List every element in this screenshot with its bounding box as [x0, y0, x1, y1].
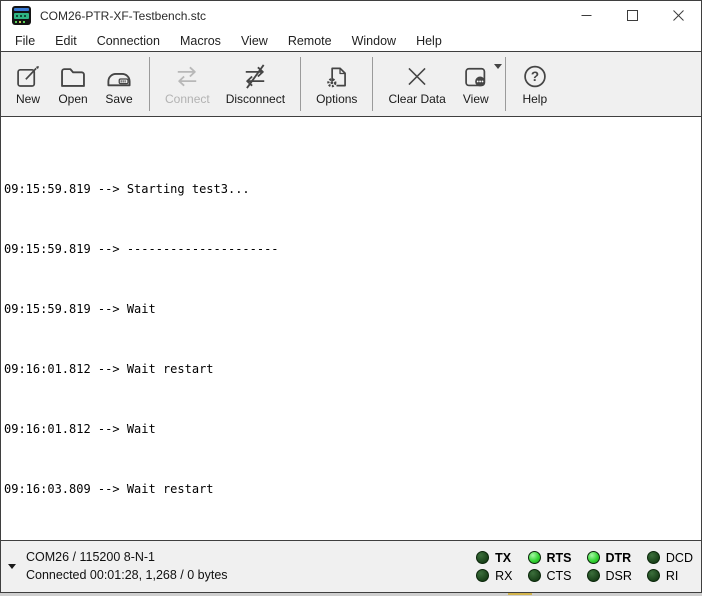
view-button[interactable]: View: [454, 60, 498, 108]
svg-text:?: ?: [531, 69, 539, 84]
menu-item[interactable]: Macros: [170, 32, 231, 50]
close-button[interactable]: [655, 1, 701, 30]
led-indicator: DSR: [587, 569, 632, 583]
menu-item[interactable]: Help: [406, 32, 452, 50]
disconnect-icon: [240, 62, 270, 91]
toolbar-separator: [505, 57, 506, 111]
open-folder-icon: [58, 62, 88, 91]
menu-item[interactable]: Edit: [45, 32, 87, 50]
led-label: DCD: [666, 551, 693, 565]
close-icon: [673, 10, 684, 21]
log-line: 09:16:01.812 --> Wait restart: [4, 362, 701, 377]
app-window: COM26-PTR-XF-Testbench.stc File Edit Con…: [0, 0, 702, 593]
toolbar-separator: [372, 57, 373, 111]
log-line: 09:16:03.809 --> Wait restart: [4, 482, 701, 497]
led-light: [647, 569, 660, 582]
menu-item[interactable]: File: [5, 32, 45, 50]
led-indicator: CTS: [528, 569, 572, 583]
connect-button: Connect: [157, 60, 218, 108]
led-label: RTS: [547, 551, 572, 565]
menu-item[interactable]: View: [231, 32, 278, 50]
led-indicator: DTR: [587, 551, 632, 565]
status-text: COM26 / 115200 8-N-1 Connected 00:01:28,…: [26, 549, 228, 584]
options-gear-page-icon: [323, 62, 351, 91]
led-light: [476, 551, 489, 564]
clear-data-button[interactable]: Clear Data: [380, 60, 453, 108]
menu-bar: File Edit Connection Macros View Remote …: [1, 30, 701, 51]
window-title: COM26-PTR-XF-Testbench.stc: [40, 9, 206, 23]
maximize-icon: [627, 10, 638, 21]
led-light: [647, 551, 660, 564]
terminal-log[interactable]: 09:15:59.819 --> Starting test3... 09:15…: [1, 117, 701, 540]
led-light: [528, 569, 541, 582]
minimize-icon: [581, 10, 592, 21]
signal-led-panel: TX RX RTS CTS DT: [476, 549, 693, 585]
led-indicator: RTS: [528, 551, 572, 565]
menu-item[interactable]: Window: [342, 32, 406, 50]
led-light: [587, 551, 600, 564]
led-indicator: DCD: [647, 551, 693, 565]
led-label: CTS: [547, 569, 572, 583]
title-bar: COM26-PTR-XF-Testbench.stc: [1, 1, 701, 30]
led-light: [528, 551, 541, 564]
led-indicator: RX: [476, 569, 512, 583]
led-label: TX: [495, 551, 511, 565]
menu-item[interactable]: Connection: [87, 32, 170, 50]
menu-item[interactable]: Remote: [278, 32, 342, 50]
clear-x-icon: [403, 62, 431, 91]
caption-buttons: [563, 1, 701, 30]
led-label: DSR: [606, 569, 632, 583]
toolbar-separator: [300, 57, 301, 111]
status-connection-info: Connected 00:01:28, 1,268 / 0 bytes: [26, 567, 228, 585]
led-label: RI: [666, 569, 679, 583]
options-button[interactable]: Options: [308, 60, 365, 108]
taskbar-sliver: [508, 593, 532, 595]
view-window-icon: [462, 62, 490, 91]
toolbar: New Open Save Connect: [1, 51, 701, 117]
app-icon: [12, 6, 31, 25]
led-indicator: RI: [647, 569, 693, 583]
minimize-button[interactable]: [563, 1, 609, 30]
status-bar: COM26 / 115200 8-N-1 Connected 00:01:28,…: [1, 540, 701, 592]
maximize-button[interactable]: [609, 1, 655, 30]
help-icon: ?: [521, 62, 549, 91]
led-label: RX: [495, 569, 512, 583]
open-button[interactable]: Open: [50, 60, 96, 108]
help-button[interactable]: ? Help: [513, 60, 557, 108]
view-dropdown-caret-icon: [494, 64, 502, 69]
led-indicator: TX: [476, 551, 512, 565]
disconnect-button[interactable]: Disconnect: [218, 60, 293, 108]
log-line: 09:15:59.819 --> Wait: [4, 302, 701, 317]
led-light: [476, 569, 489, 582]
connect-icon: [172, 62, 202, 91]
toolbar-separator: [149, 57, 150, 111]
status-menu-caret-icon[interactable]: [8, 564, 16, 569]
log-line: 09:15:59.819 --> ---------------------: [4, 242, 701, 257]
led-light: [587, 569, 600, 582]
new-button[interactable]: New: [6, 60, 50, 108]
log-line: 09:15:59.819 --> Starting test3...: [4, 182, 701, 197]
save-drive-icon: [104, 62, 134, 91]
save-button[interactable]: Save: [96, 60, 142, 108]
log-line: 09:16:01.812 --> Wait: [4, 422, 701, 437]
new-icon: [14, 62, 42, 91]
status-port-info: COM26 / 115200 8-N-1: [26, 549, 228, 567]
led-label: DTR: [606, 551, 632, 565]
